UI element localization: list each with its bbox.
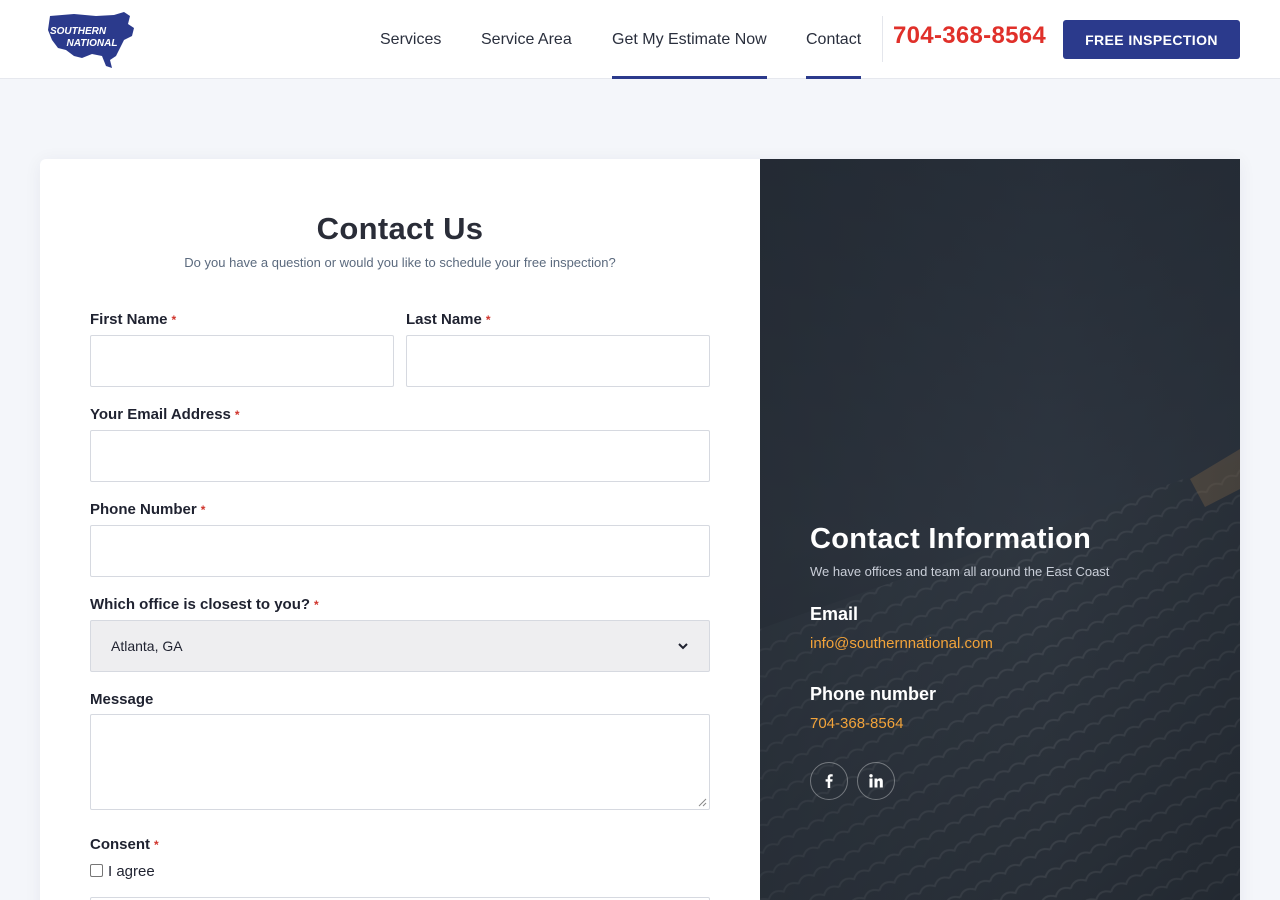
facebook-link[interactable] — [810, 762, 848, 800]
first-name-input[interactable] — [90, 335, 394, 387]
office-label: Which office is closest to you? * — [90, 596, 319, 613]
free-inspection-button[interactable]: FREE INSPECTION — [1063, 20, 1240, 59]
consent-label: Consent * — [90, 836, 159, 853]
form-title: Contact Us — [316, 211, 484, 246]
office-select[interactable]: Atlanta, GA — [90, 620, 710, 672]
resize-handle-icon[interactable] — [698, 798, 707, 807]
logo-icon[interactable]: SOUTHERN NATIONAL — [44, 10, 136, 70]
consent-checkbox[interactable] — [90, 864, 103, 877]
office-select-value: Atlanta, GA — [111, 638, 183, 654]
office-label-text: Which office is closest to you? — [90, 596, 311, 613]
message-textarea[interactable] — [90, 714, 710, 810]
consent-option-label[interactable]: I agree — [108, 863, 155, 880]
header-phone-link[interactable]: 704-368-8564 — [893, 22, 1046, 50]
phone-label-text: Phone Number — [90, 501, 197, 518]
facebook-icon — [825, 774, 833, 788]
consent-label-text: Consent — [90, 836, 150, 853]
phone-link[interactable]: 704-368-8564 — [810, 715, 903, 732]
linkedin-link[interactable] — [857, 762, 895, 800]
last-name-label-text: Last Name — [406, 311, 482, 328]
email-label: Your Email Address * — [90, 406, 240, 423]
required-mark: * — [154, 838, 159, 852]
required-mark: * — [485, 313, 491, 327]
required-mark: * — [234, 408, 240, 422]
chevron-down-icon — [678, 643, 688, 650]
phone-input[interactable] — [90, 525, 710, 577]
email-input[interactable] — [90, 430, 710, 482]
contact-card: Contact Us Do you have a question or wou… — [40, 159, 1240, 900]
first-name-label: First Name * — [90, 311, 176, 328]
phone-label: Phone Number * — [90, 501, 205, 518]
nav-service-area[interactable]: Service Area — [481, 0, 572, 79]
phone-heading: Phone number — [810, 684, 937, 704]
message-label: Message — [90, 691, 154, 708]
required-mark: * — [171, 313, 177, 327]
logo-line2: NATIONAL — [67, 38, 118, 49]
nav-divider — [882, 16, 883, 62]
email-link[interactable]: info@southernnational.com — [810, 635, 993, 652]
email-label-text: Your Email Address — [90, 406, 231, 423]
linkedin-icon — [869, 774, 883, 788]
required-mark: * — [200, 503, 206, 517]
first-name-label-text: First Name — [90, 311, 168, 328]
contact-info-subtitle: We have offices and team all around the … — [810, 564, 1110, 579]
email-heading: Email — [810, 604, 859, 624]
last-name-label: Last Name * — [406, 311, 491, 328]
nav-services[interactable]: Services — [380, 0, 441, 79]
nav-contact[interactable]: Contact — [806, 0, 862, 79]
last-name-input[interactable] — [406, 335, 710, 387]
contact-info-panel: Contact Information We have offices and … — [760, 159, 1240, 900]
required-mark: * — [314, 598, 319, 612]
nav-get-estimate[interactable]: Get My Estimate Now — [612, 0, 767, 79]
site-header: SOUTHERN NATIONAL Services Service Area … — [0, 0, 1280, 79]
form-subtitle: Do you have a question or would you like… — [184, 255, 616, 270]
logo-line1: SOUTHERN — [50, 26, 107, 37]
contact-info-title: Contact Information — [810, 523, 1092, 555]
